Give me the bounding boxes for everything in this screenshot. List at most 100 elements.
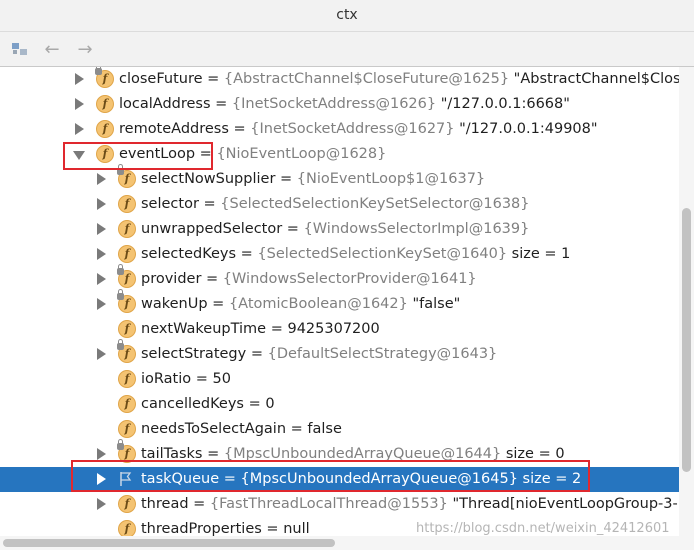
expand-arrow-icon[interactable] — [97, 248, 106, 260]
tree-row[interactable]: f needsToSelectAgain = false — [0, 417, 679, 442]
debug-toolbar: ← → — [0, 32, 694, 67]
tree-row-text: ioRatio = 50 — [141, 370, 231, 389]
forward-arrow-icon[interactable]: → — [75, 39, 95, 60]
equals-sign: = — [210, 96, 232, 112]
tree-row[interactable]: f ioRatio = 50 — [0, 367, 679, 392]
tree-row[interactable]: f selectedKeys = {SelectedSelectionKeySet… — [0, 242, 679, 267]
tree-row-text: nextWakeupTime = 9425307200 — [141, 320, 380, 339]
lock-icon — [117, 339, 124, 350]
expand-arrow-icon[interactable] — [75, 73, 84, 85]
tree-row[interactable]: f localAddress = {InetSocketAddress@1626}… — [0, 92, 679, 117]
field-icon: f — [118, 395, 136, 413]
equals-sign: = — [282, 221, 304, 237]
highlight-box-eventloop — [63, 142, 213, 170]
variable-name: selectNowSupplier — [141, 171, 276, 187]
variable-value: null — [283, 521, 310, 537]
tree-row-text: provider = {WindowsSelectorProvider@1641… — [141, 270, 477, 289]
tree-row[interactable]: f wakenUp = {AtomicBoolean@1642} "false" — [0, 289, 679, 317]
field-icon: f — [118, 245, 136, 263]
variable-type: {AbstractChannel$CloseFuture@1625} — [223, 71, 510, 87]
variable-name: selectedKeys — [141, 246, 237, 262]
variable-value: size = 1 — [507, 246, 571, 262]
variable-type: {DefaultSelectStrategy@1643} — [267, 346, 498, 362]
highlight-box-taskqueue — [71, 460, 590, 492]
expand-arrow-icon[interactable] — [97, 198, 106, 210]
tree-row[interactable]: f closeFuture = {AbstractChannel$CloseFut… — [0, 67, 694, 92]
variable-name: cancelledKeys — [141, 396, 244, 412]
variable-name: threadProperties — [141, 521, 262, 537]
back-arrow-icon[interactable]: ← — [42, 39, 62, 60]
variable-type: {SelectedSelectionKeySetSelector@1638} — [220, 196, 530, 212]
variable-value: "/127.0.0.1:49908" — [454, 121, 598, 137]
field-icon: f — [118, 195, 136, 213]
variable-type: {InetSocketAddress@1626} — [231, 96, 437, 112]
variable-name: remoteAddress — [119, 121, 229, 137]
equals-sign: = — [201, 271, 223, 287]
variable-name: wakenUp — [141, 296, 208, 312]
tree-row[interactable]: f unwrappedSelector = {WindowsSelectorImp… — [0, 217, 679, 242]
expand-arrow-icon[interactable] — [97, 223, 106, 235]
variable-value: 0 — [265, 396, 275, 412]
expand-arrow-icon[interactable] — [75, 123, 84, 135]
expand-arrow-icon[interactable] — [75, 98, 84, 110]
equals-sign: = — [228, 121, 251, 137]
tree-row[interactable]: f selectStrategy = {DefaultSelectStrategy… — [0, 339, 679, 367]
field-icon: f — [96, 95, 114, 113]
expand-arrow-icon[interactable] — [97, 448, 106, 460]
lock-icon — [117, 289, 124, 300]
vertical-scrollbar[interactable] — [679, 67, 694, 541]
variable-type: {NioEventLoop$1@1637} — [296, 171, 486, 187]
equals-sign: = — [188, 496, 210, 512]
variable-name: needsToSelectAgain — [141, 421, 287, 437]
variable-value: "Thread[nioEventLoopGroup-3-1,1 — [447, 496, 694, 512]
variable-name: localAddress — [119, 96, 211, 112]
tree-row[interactable]: f selector = {SelectedSelectionKeySetSele… — [0, 192, 679, 217]
tree-row-text: selector = {SelectedSelectionKeySetSelec… — [141, 195, 530, 214]
variable-type: {FastThreadLocalThread@1553} — [209, 496, 448, 512]
variable-name: thread — [141, 496, 189, 512]
lock-icon — [117, 439, 124, 450]
equals-sign: = — [202, 71, 224, 87]
variable-name: nextWakeupTime — [141, 321, 267, 337]
horizontal-scrollbar[interactable] — [0, 536, 694, 550]
tree-row[interactable]: f provider = {WindowsSelectorProvider@164… — [0, 264, 679, 292]
tree-row-text: closeFuture = {AbstractChannel$CloseFutu… — [119, 70, 694, 89]
horizontal-scroll-thumb[interactable] — [3, 539, 335, 547]
field-icon: f — [118, 320, 136, 338]
equals-sign: = — [275, 171, 297, 187]
variable-type: {SelectedSelectionKeySet@1640} — [257, 246, 508, 262]
tree-row[interactable]: f selectNowSupplier = {NioEventLoop$1@163… — [0, 164, 679, 192]
tree-row[interactable]: f nextWakeupTime = 9425307200 — [0, 317, 679, 342]
tree-row[interactable]: f thread = {FastThreadLocalThread@1553} "… — [0, 492, 694, 517]
field-icon: f — [96, 120, 114, 138]
variable-value: "false" — [407, 296, 461, 312]
equals-sign: = — [198, 196, 221, 212]
window-titlebar: ctx — [0, 0, 694, 32]
expand-arrow-icon[interactable] — [97, 348, 106, 360]
vertical-scroll-thumb[interactable] — [682, 208, 691, 472]
equals-sign: = — [261, 521, 284, 537]
tree-row-text: needsToSelectAgain = false — [141, 420, 342, 439]
variable-name: provider — [141, 271, 202, 287]
variable-type: {WindowsSelectorImpl@1639} — [303, 221, 530, 237]
field-icon: f — [118, 220, 136, 238]
lock-icon — [95, 67, 102, 75]
tree-row-text: thread = {FastThreadLocalThread@1553} "T… — [141, 495, 694, 514]
expand-arrow-icon[interactable] — [97, 498, 106, 510]
equals-sign: = — [266, 321, 288, 337]
expand-arrow-icon[interactable] — [97, 173, 106, 185]
tree-row[interactable]: f remoteAddress = {InetSocketAddress@1627… — [0, 117, 679, 142]
variable-name: unwrappedSelector — [141, 221, 283, 237]
tree-row[interactable]: f cancelledKeys = 0 — [0, 392, 679, 417]
show-fields-icon[interactable] — [10, 39, 30, 59]
window-title: ctx — [336, 7, 358, 23]
watermark: https://blog.csdn.net/weixin_42412601 — [416, 521, 670, 536]
field-icon: f — [118, 370, 136, 388]
expand-arrow-icon[interactable] — [97, 273, 106, 285]
equals-sign: = — [286, 421, 308, 437]
variable-value: "/127.0.0.1:6668" — [436, 96, 570, 112]
equals-sign: = — [191, 371, 213, 387]
variable-value: "AbstractChannel$CloseFu — [509, 71, 694, 87]
equals-sign: = — [236, 246, 258, 262]
expand-arrow-icon[interactable] — [97, 298, 106, 310]
